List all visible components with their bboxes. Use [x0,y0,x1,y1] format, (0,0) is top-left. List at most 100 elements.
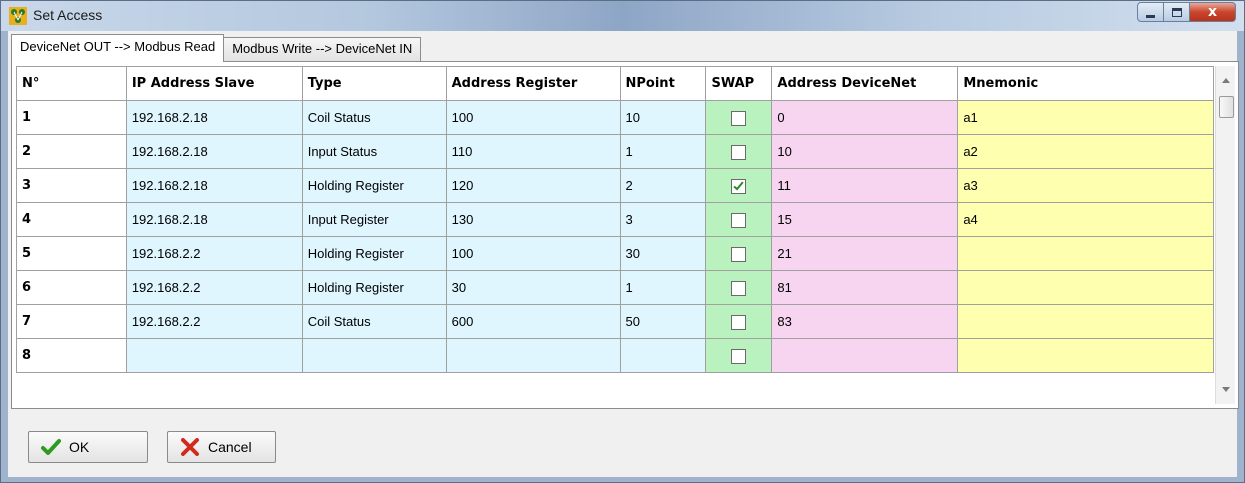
tab-modbus-write-devicenet-in[interactable]: Modbus Write --> DeviceNet IN [224,37,422,61]
npoint-cell[interactable]: 2 [620,168,707,203]
npoint-cell[interactable] [620,338,707,373]
table-row[interactable]: 6 192.168.2.2 Holding Register 30 1 81 [16,270,1214,305]
set-access-window: Set Access x DeviceNet OUT --> Modbus Re… [0,0,1245,483]
address-devicenet-cell[interactable]: 11 [771,168,959,203]
type-cell[interactable]: Input Status [302,134,447,169]
mnemonic-cell[interactable] [957,338,1214,373]
address-register-cell[interactable]: 130 [446,202,621,237]
scroll-up-arrow-icon[interactable] [1222,78,1230,83]
ip-address-cell[interactable]: 192.168.2.18 [126,100,303,135]
swap-checkbox[interactable] [731,144,747,160]
mnemonic-cell[interactable]: a4 [957,202,1214,237]
table-row[interactable]: 4 192.168.2.18 Input Register 130 3 15 a4 [16,202,1214,237]
ip-address-cell[interactable]: 192.168.2.2 [126,304,303,339]
mnemonic-cell[interactable] [957,236,1214,271]
scrollbar-thumb[interactable] [1219,96,1234,118]
address-devicenet-cell[interactable]: 21 [771,236,959,271]
swap-checkbox[interactable] [731,178,747,194]
address-devicenet-cell[interactable] [771,338,959,373]
swap-cell[interactable] [705,236,773,271]
swap-checkbox[interactable] [731,280,747,296]
col-header-address-register[interactable]: Address Register [446,66,621,101]
address-devicenet-cell[interactable]: 83 [771,304,959,339]
swap-cell[interactable] [705,202,773,237]
swap-checkbox[interactable] [731,212,747,228]
col-header-type[interactable]: Type [302,66,447,101]
address-register-cell[interactable]: 110 [446,134,621,169]
title-bar[interactable]: Set Access x [1,1,1244,31]
ip-address-cell[interactable]: 192.168.2.2 [126,270,303,305]
address-devicenet-cell[interactable]: 10 [771,134,959,169]
tab-devicenet-out-modbus-read[interactable]: DeviceNet OUT --> Modbus Read [11,34,225,62]
ip-address-cell[interactable]: 192.168.2.18 [126,168,303,203]
table-row[interactable]: 5 192.168.2.2 Holding Register 100 30 21 [16,236,1214,271]
npoint-cell[interactable]: 10 [620,100,707,135]
npoint-cell[interactable]: 3 [620,202,707,237]
npoint-cell[interactable]: 50 [620,304,707,339]
check-mark-icon [733,179,745,190]
minimize-icon [1146,14,1155,18]
red-x-icon [181,438,199,456]
ok-button[interactable]: OK [28,431,148,463]
swap-cell[interactable] [705,270,773,305]
address-devicenet-cell[interactable]: 15 [771,202,959,237]
swap-checkbox[interactable] [731,314,747,330]
mnemonic-cell[interactable]: a2 [957,134,1214,169]
address-register-cell[interactable]: 100 [446,100,621,135]
swap-checkbox[interactable] [731,110,747,126]
mnemonic-cell[interactable] [957,270,1214,305]
swap-cell[interactable] [705,168,773,203]
type-cell[interactable]: Input Register [302,202,447,237]
address-register-cell[interactable] [446,338,621,373]
swap-cell[interactable] [705,100,773,135]
col-header-ip-address-slave[interactable]: IP Address Slave [126,66,303,101]
swap-cell[interactable] [705,304,773,339]
ip-address-cell[interactable]: 192.168.2.18 [126,134,303,169]
npoint-cell[interactable]: 1 [620,134,707,169]
maximize-button[interactable] [1164,2,1190,22]
row-number-cell: 2 [16,134,127,169]
mnemonic-cell[interactable]: a3 [957,168,1214,203]
address-register-cell[interactable]: 600 [446,304,621,339]
scroll-down-arrow-icon[interactable] [1222,387,1230,392]
type-cell[interactable]: Coil Status [302,100,447,135]
address-register-cell[interactable]: 120 [446,168,621,203]
col-header-mnemonic[interactable]: Mnemonic [957,66,1214,101]
type-cell[interactable]: Holding Register [302,270,447,305]
minimize-button[interactable] [1137,2,1164,22]
address-register-cell[interactable]: 30 [446,270,621,305]
col-header-swap[interactable]: SWAP [705,66,773,101]
swap-cell[interactable] [705,134,773,169]
swap-cell[interactable] [705,338,773,373]
type-cell[interactable]: Holding Register [302,168,447,203]
address-devicenet-cell[interactable]: 81 [771,270,959,305]
tab-strip: DeviceNet OUT --> Modbus Read Modbus Wri… [11,34,422,62]
table-row[interactable]: 2 192.168.2.18 Input Status 110 1 10 a2 [16,134,1214,169]
close-icon: x [1207,4,1218,20]
col-header-number[interactable]: N° [16,66,127,101]
network-nodes-icon [9,7,27,25]
mnemonic-cell[interactable] [957,304,1214,339]
mnemonic-cell[interactable]: a1 [957,100,1214,135]
table-row[interactable]: 8 [16,338,1214,373]
ip-address-cell[interactable]: 192.168.2.18 [126,202,303,237]
table-row[interactable]: 7 192.168.2.2 Coil Status 600 50 83 [16,304,1214,339]
close-button[interactable]: x [1190,2,1236,22]
npoint-cell[interactable]: 30 [620,236,707,271]
type-cell[interactable]: Holding Register [302,236,447,271]
ip-address-cell[interactable] [126,338,303,373]
ip-address-cell[interactable]: 192.168.2.2 [126,236,303,271]
type-cell[interactable]: Coil Status [302,304,447,339]
npoint-cell[interactable]: 1 [620,270,707,305]
col-header-npoint[interactable]: NPoint [620,66,707,101]
swap-checkbox[interactable] [731,246,747,262]
col-header-address-devicenet[interactable]: Address DeviceNet [771,66,959,101]
address-devicenet-cell[interactable]: 0 [771,100,959,135]
table-row[interactable]: 3 192.168.2.18 Holding Register 120 2 11 a3 [16,168,1214,203]
swap-checkbox[interactable] [731,348,747,364]
cancel-button[interactable]: Cancel [167,431,276,463]
vertical-scrollbar[interactable] [1215,66,1235,404]
type-cell[interactable] [302,338,447,373]
address-register-cell[interactable]: 100 [446,236,621,271]
table-row[interactable]: 1 192.168.2.18 Coil Status 100 10 0 a1 [16,100,1214,135]
